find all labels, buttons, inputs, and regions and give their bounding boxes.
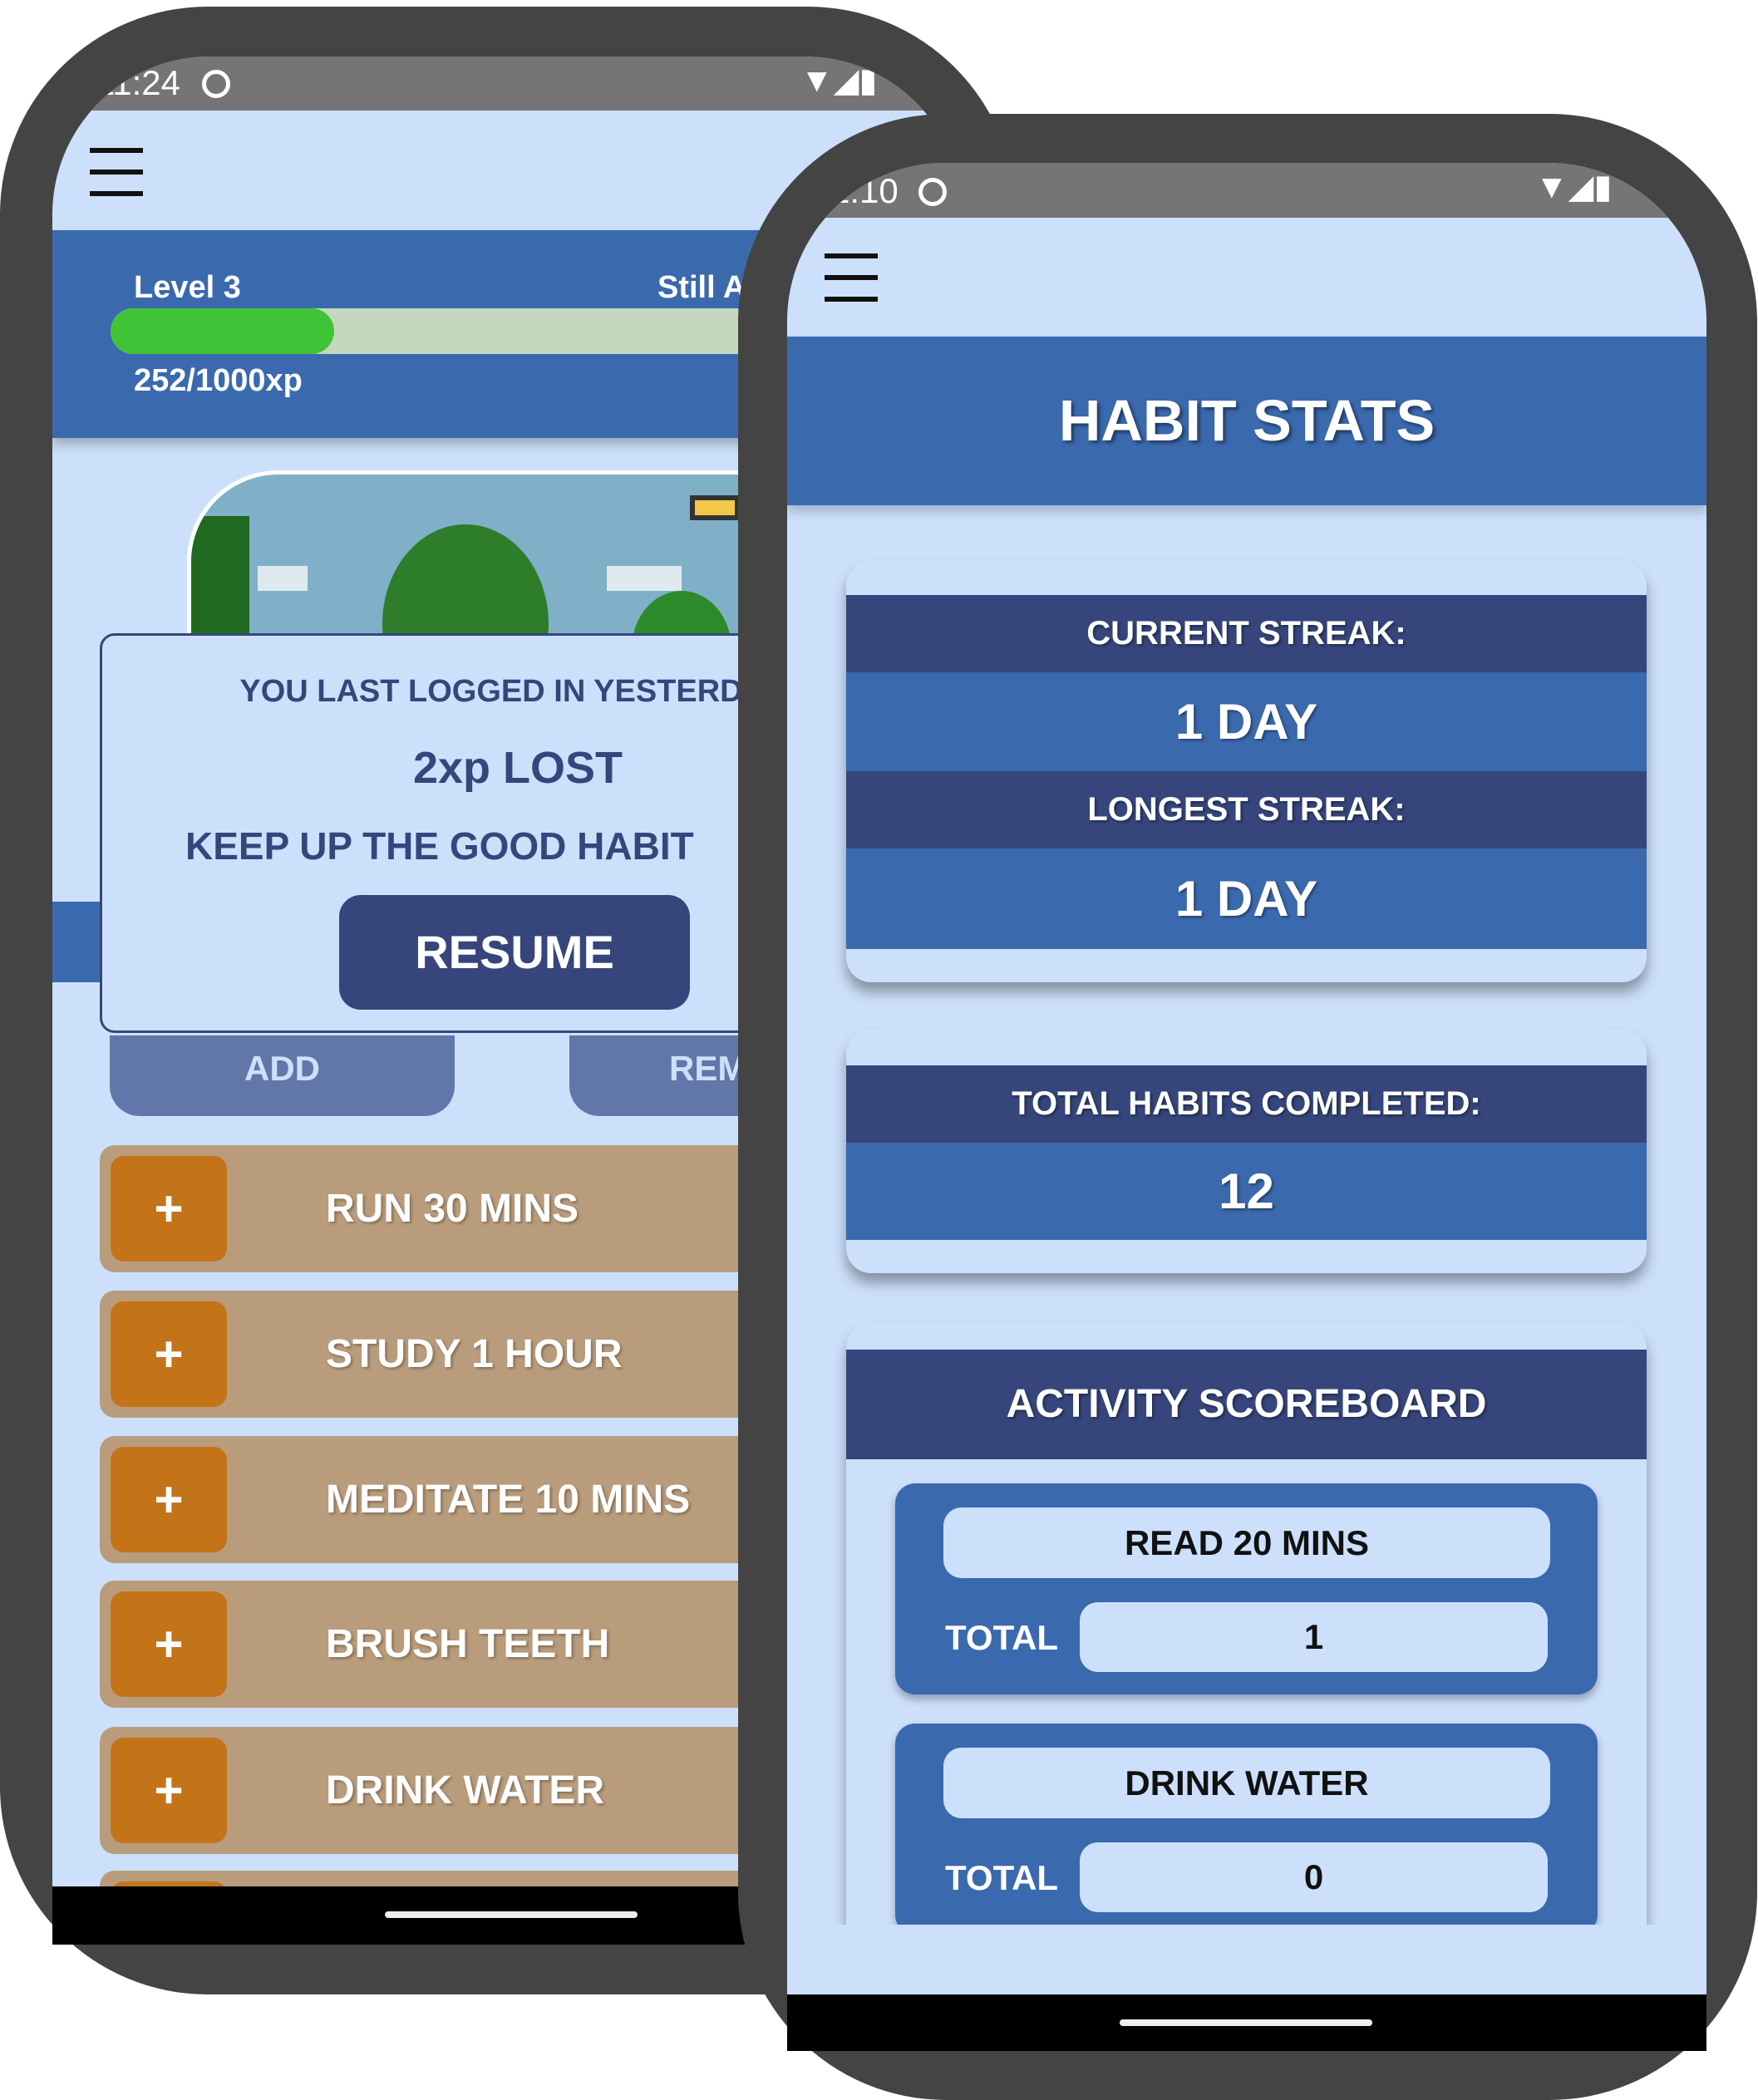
wifi-signal-battery-icons: ▼◢▮: [1535, 169, 1613, 205]
xp-progress-fill: [111, 308, 334, 354]
cloud: [258, 566, 308, 591]
home-indicator[interactable]: [385, 1911, 638, 1918]
scoreboard-card: ACTIVITY SCOREBOARD READ 20 MINS TOTAL 1…: [846, 1323, 1647, 1925]
right-phone-screen: 1:10 ▼◢▮ HABIT STATS CURRENT STREAK: 1 D…: [787, 163, 1706, 2051]
plus-icon: +: [154, 1181, 184, 1237]
nav-bar: [787, 1994, 1706, 2051]
plus-icon: +: [154, 1326, 184, 1382]
total-label: TOTAL: [945, 1618, 1059, 1657]
dialog-line-3: KEEP UP THE GOOD HABIT: [185, 824, 694, 868]
habit-label: RUN 30 MINS: [326, 1187, 579, 1231]
add-progress-button[interactable]: +: [111, 1301, 227, 1407]
status-time: 11:24: [96, 63, 180, 102]
cloud: [607, 566, 682, 591]
notification-icon: [918, 178, 947, 206]
activity-name: READ 20 MINS: [943, 1507, 1550, 1578]
habit-label: STUDY 1 HOUR: [326, 1332, 623, 1376]
plus-icon: +: [154, 1472, 184, 1527]
add-progress-button[interactable]: +: [111, 1591, 227, 1697]
total-habits-value: 12: [846, 1143, 1647, 1240]
add-progress-button[interactable]: +: [111, 1156, 227, 1261]
resume-button[interactable]: RESUME: [339, 895, 690, 1010]
activity-total: 1: [1080, 1602, 1548, 1672]
add-progress-button[interactable]: +: [111, 1447, 227, 1552]
scoreboard-title: ACTIVITY SCOREBOARD: [846, 1350, 1647, 1459]
page-title: HABIT STATS: [787, 337, 1706, 505]
total-habits-label: TOTAL HABITS COMPLETED:: [846, 1065, 1647, 1143]
plus-icon: +: [154, 1616, 184, 1672]
habit-label: DRINK WATER: [326, 1768, 605, 1812]
scoreboard-entry: DRINK WATER TOTAL 0: [895, 1724, 1598, 1925]
current-streak-value: 1 DAY: [846, 672, 1647, 771]
total-habits-card: TOTAL HABITS COMPLETED: 12: [846, 1029, 1647, 1273]
longest-streak-label: LONGEST STREAK:: [846, 771, 1647, 848]
add-button[interactable]: ADD: [110, 1035, 455, 1116]
scoreboard-entry: READ 20 MINS TOTAL 1: [895, 1483, 1598, 1694]
current-streak-label: CURRENT STREAK:: [846, 595, 1647, 672]
level-label: Level 3: [134, 270, 241, 305]
status-bar: 1:10 ▼◢▮: [787, 163, 1706, 218]
activity-total: 0: [1080, 1842, 1548, 1912]
notification-icon: [202, 70, 230, 98]
activity-name: DRINK WATER: [943, 1748, 1550, 1818]
menu-icon[interactable]: [825, 253, 878, 318]
scoreboard-clip: ACTIVITY SCOREBOARD READ 20 MINS TOTAL 1…: [787, 1310, 1706, 1925]
plus-icon: +: [154, 1763, 184, 1818]
add-progress-button[interactable]: +: [111, 1738, 227, 1843]
habit-label: BRUSH TEETH: [326, 1622, 610, 1666]
menu-icon[interactable]: [90, 148, 143, 213]
home-indicator[interactable]: [1120, 2019, 1372, 2026]
total-label: TOTAL: [945, 1858, 1059, 1897]
wifi-signal-battery-icons: ▼◢▮: [800, 62, 878, 99]
status-time: 1:10: [830, 171, 899, 210]
status-bar: 11:24 ▼◢▮: [52, 57, 963, 111]
lamp: [690, 495, 740, 520]
xp-text: 252/1000xp: [134, 363, 303, 398]
longest-streak-value: 1 DAY: [846, 848, 1647, 949]
habit-label: MEDITATE 10 MINS: [326, 1478, 691, 1522]
level-status-text: Still A: [657, 270, 746, 305]
streak-card: CURRENT STREAK: 1 DAY LONGEST STREAK: 1 …: [846, 561, 1647, 982]
